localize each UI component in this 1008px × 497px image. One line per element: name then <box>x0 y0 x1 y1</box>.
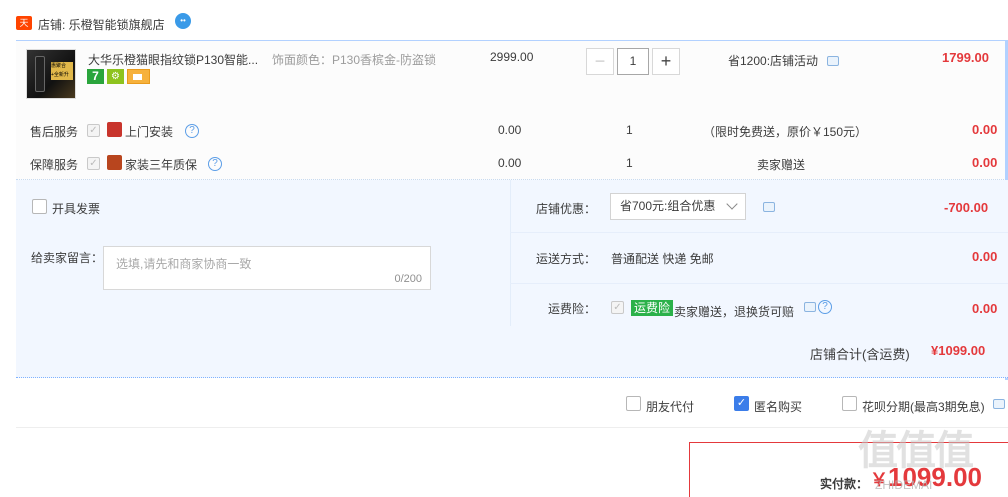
friend-pay-label: 朋友代付 <box>646 400 695 414</box>
warranty-service-name: 家装三年质保 <box>125 158 198 172</box>
install-service-icon <box>107 122 122 137</box>
credit-card-icon[interactable] <box>127 69 150 84</box>
install-checkbox[interactable]: ✓ <box>87 124 100 137</box>
card-bar <box>133 74 142 80</box>
payment-label: 实付款： <box>820 477 869 491</box>
huabei-label: 花呗分期(最高3期免息) <box>862 400 985 414</box>
shipping-label: 运送方式： <box>536 252 597 266</box>
store-total-label: 店铺合计(含运费) <box>810 347 910 362</box>
seller-memo-input[interactable]: 选填,请先和商家协商一致 0/200 <box>103 246 431 290</box>
insurance-value: 卖家赠送，退换货可赔 <box>674 305 795 319</box>
install-note: （限时免费送，原价￥150元） <box>703 125 868 139</box>
warranty-checkbox[interactable]: ✓ <box>87 157 100 170</box>
watermark-text: ZHIDEMAI <box>875 478 933 492</box>
shop-title[interactable]: 店铺: 乐橙智能锁旗舰店 <box>38 16 165 33</box>
insurance-amount: 0.00 <box>972 301 998 316</box>
install-service-name: 上门安装 <box>125 125 174 139</box>
install-qty: 1 <box>626 123 633 137</box>
sku-info: 饰面颜色：P130香槟金-防盗锁 <box>272 53 437 67</box>
invoice-checkbox[interactable] <box>32 199 47 214</box>
after-sales-label: 售后服务 <box>30 125 79 139</box>
memo-char-count: 0/200 <box>394 273 422 285</box>
tmall-badge: 天猫 <box>16 16 32 42</box>
warranty-label: 保障服务 <box>30 158 79 172</box>
memo-placeholder: 选填,请先和商家协商一致 <box>116 257 252 271</box>
insurance-badge: 运费险 <box>631 300 674 316</box>
help-icon[interactable]: ? <box>185 124 199 138</box>
product-thumbnail[interactable]: 惠聚合+全新升级 <box>26 49 76 99</box>
insurance-label: 运费险： <box>548 302 597 316</box>
warranty-service-icon <box>107 155 122 170</box>
thumbnail-ad-text: 惠聚合+全新升级 <box>51 62 73 80</box>
discount-selected-value: 省700元:组合优惠 <box>620 199 716 213</box>
unit-price: 2999.00 <box>490 50 534 64</box>
item-subtotal: 1799.00 <box>942 50 989 65</box>
shipping-method: 普通配送 快递 免邮 <box>611 252 714 266</box>
memo-label: 给卖家留言： <box>31 251 104 265</box>
friend-pay-checkbox[interactable] <box>626 396 641 411</box>
insurance-checkbox[interactable]: ✓ <box>611 301 624 314</box>
wangwang-chat-icon[interactable]: •• <box>175 13 191 29</box>
discount-amount: -700.00 <box>944 200 989 215</box>
discount-label: 店铺优惠： <box>536 202 597 216</box>
warranty-qty: 1 <box>626 156 633 170</box>
warranty-price: 0.00 <box>498 156 522 170</box>
seven-day-return-icon[interactable]: 7 <box>87 69 104 84</box>
shipping-amount: 0.00 <box>972 249 998 264</box>
quantity-decrease-button[interactable]: − <box>586 48 614 75</box>
warranty-amount: 0.00 <box>972 155 998 170</box>
lock-image <box>35 56 45 92</box>
invoice-label: 开具发票 <box>52 202 101 216</box>
anonymous-checkbox[interactable]: ✓ <box>734 396 749 411</box>
product-name-link[interactable]: 大华乐橙猫眼指纹锁P130智能... <box>88 51 263 68</box>
chevron-down-icon <box>726 198 738 210</box>
help-icon[interactable]: ? <box>208 157 222 171</box>
discount-select[interactable]: 省700元:组合优惠 <box>610 193 746 220</box>
store-total-amount: ¥1099.00 <box>931 343 986 358</box>
anonymous-label: 匿名购买 <box>754 400 803 414</box>
quantity-increase-button[interactable]: + <box>652 48 680 75</box>
help-icon[interactable]: ? <box>818 300 832 314</box>
row-divider <box>510 283 1008 284</box>
promo-info: 省1200:店铺活动 <box>728 54 819 68</box>
quantity-input[interactable]: 1 <box>617 48 649 75</box>
service-guarantee-icon[interactable]: ⚙ <box>107 69 124 84</box>
huabei-checkbox[interactable] <box>842 396 857 411</box>
insurance-chat-icon[interactable] <box>804 302 816 312</box>
warranty-note: 卖家赠送 <box>757 158 806 172</box>
promo-chat-icon[interactable] <box>827 56 839 66</box>
install-price: 0.00 <box>498 123 522 137</box>
row-divider <box>510 232 1008 233</box>
install-amount: 0.00 <box>972 122 998 137</box>
huabei-chat-icon[interactable] <box>993 399 1005 409</box>
discount-chat-icon[interactable] <box>763 202 775 212</box>
